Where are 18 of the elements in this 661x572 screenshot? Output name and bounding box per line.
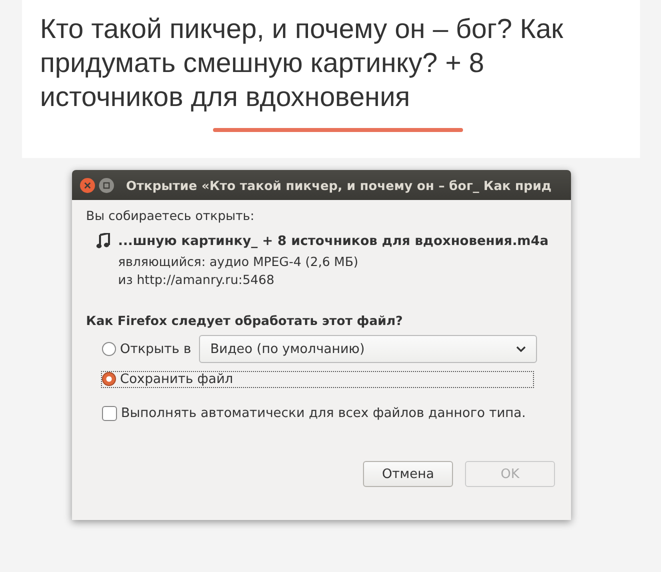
music-note-icon [96,233,110,249]
radio-option[interactable]: Сохранить файл [102,372,534,386]
close-icon [84,182,91,188]
intro-text: Вы собираетесь открыть: [86,208,256,223]
chevron-down-icon [516,346,526,352]
radio-option[interactable]: Открыть в [102,342,192,356]
app-dropdown[interactable]: Видео (по умолчанию) [199,335,538,363]
maximize-icon [103,182,110,188]
auto-checkbox[interactable]: Выполнять автоматически для всех файлов данного типа. [102,406,526,421]
dialog-button[interactable]: Отмена [363,461,453,487]
window-title: Открытие «Кто такой пикчер, и почему он – бог_ Как прид [126,178,552,192]
article-title: Кто такой пикчер, и почему он – бог? Как придумать смешную картинку? + 8 источников для вдохновения [40,12,564,114]
question-text: Как Firefox следует обработать этот файл? [86,313,404,328]
file-type: являющийся: аудио MPEG-4 (2,6 МБ) [118,254,360,269]
file-name: ...шную картинку_ + 8 источников для вдохновения.m4a [118,234,549,248]
maximize-button[interactable] [99,178,114,192]
file-source: из http://amanry.ru:5468 [118,272,276,287]
close-button[interactable] [80,178,95,192]
